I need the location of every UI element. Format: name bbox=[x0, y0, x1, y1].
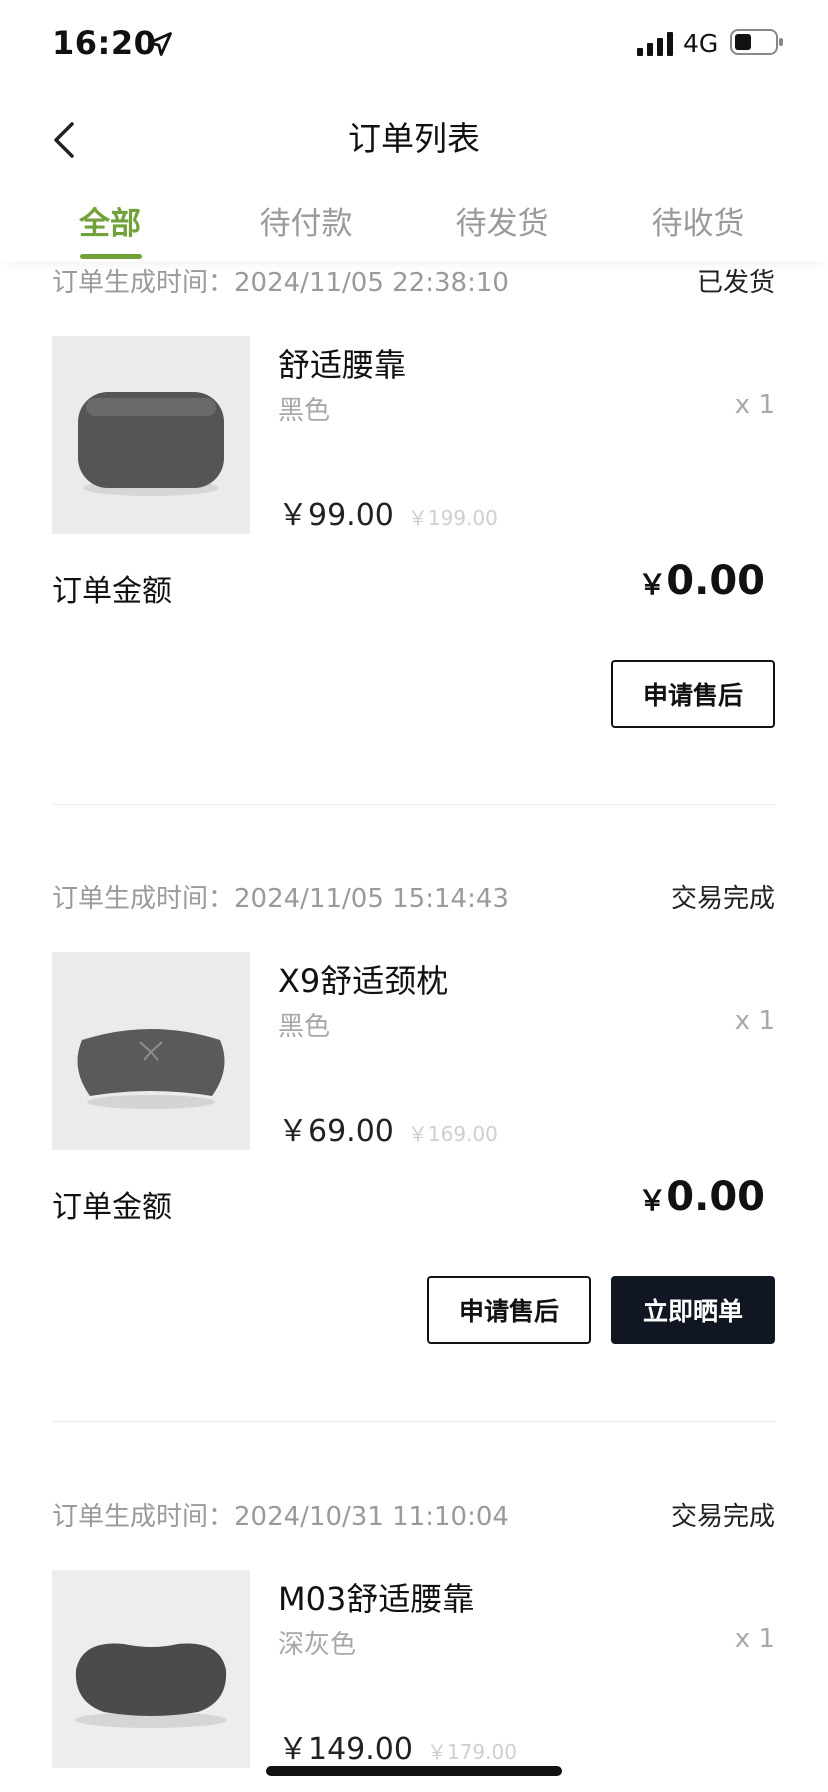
order-list[interactable]: 订单生成时间：2024/11/05 22:38:10 已发货 舒适腰靠 黑色 x… bbox=[0, 262, 828, 1792]
neck-pillow-image bbox=[52, 952, 250, 1150]
page-title: 订单列表 bbox=[348, 119, 480, 158]
product-variant: 黑色 bbox=[278, 396, 331, 426]
price-row: ￥69.00 ￥169.00 bbox=[278, 1106, 498, 1150]
order-time-value: 2024/10/31 11:10:04 bbox=[234, 1502, 509, 1532]
status-time: 16:20 bbox=[52, 24, 157, 62]
order-amount-label: 订单金额 bbox=[52, 574, 172, 609]
tab-pending-receipt[interactable]: 待收货 bbox=[608, 198, 788, 243]
product-image[interactable] bbox=[52, 952, 250, 1150]
product-quantity: x 1 bbox=[734, 1624, 775, 1654]
home-indicator bbox=[266, 1766, 562, 1776]
order-status: 交易完成 bbox=[670, 884, 775, 914]
product-quantity: x 1 bbox=[734, 390, 775, 420]
cellular-signal-icon bbox=[637, 32, 673, 56]
amount-currency: ￥ bbox=[638, 568, 667, 601]
order-divider bbox=[52, 1421, 776, 1422]
share-review-button[interactable]: 立即晒单 bbox=[611, 1276, 775, 1344]
amount-currency: ￥ bbox=[638, 1184, 667, 1217]
lumbar-cushion-image bbox=[52, 336, 250, 534]
lumbar-cushion-image bbox=[52, 1570, 250, 1768]
order-amount-label: 订单金额 bbox=[52, 1190, 172, 1225]
price-row: ￥149.00 ￥179.00 bbox=[278, 1724, 517, 1768]
product-quantity: x 1 bbox=[734, 1006, 775, 1036]
product-variant: 黑色 bbox=[278, 1012, 331, 1042]
order-time-label: 订单生成时间： bbox=[52, 1502, 235, 1532]
after-sales-button[interactable]: 申请售后 bbox=[427, 1276, 591, 1344]
product-image[interactable] bbox=[52, 1570, 250, 1768]
order-status: 已发货 bbox=[696, 268, 775, 298]
original-price: ￥169.00 bbox=[407, 1122, 498, 1146]
after-sales-button[interactable]: 申请售后 bbox=[611, 660, 775, 728]
product-price: ￥149.00 bbox=[278, 1732, 413, 1767]
product-name[interactable]: X9舒适颈枕 bbox=[278, 956, 448, 1002]
order-time-row: 订单生成时间：2024/10/31 11:10:04 交易完成 bbox=[52, 1496, 775, 1536]
order-time-row: 订单生成时间：2024/11/05 22:38:10 已发货 bbox=[52, 262, 775, 302]
product-image[interactable] bbox=[52, 336, 250, 534]
original-price: ￥199.00 bbox=[407, 506, 498, 530]
product-price: ￥99.00 bbox=[278, 498, 394, 533]
order-time-value: 2024/11/05 22:38:10 bbox=[234, 268, 509, 298]
amount-value: 0.00 bbox=[666, 558, 765, 604]
order-time-label: 订单生成时间： bbox=[52, 884, 235, 914]
nav-bar: 订单列表 bbox=[0, 90, 828, 200]
order-time-value: 2024/11/05 15:14:43 bbox=[234, 884, 509, 914]
tab-pending-payment[interactable]: 待付款 bbox=[216, 198, 396, 243]
product-name[interactable]: M03舒适腰靠 bbox=[278, 1574, 474, 1620]
battery-icon bbox=[730, 29, 783, 55]
order-amount: ￥0.00 bbox=[638, 558, 765, 604]
price-row: ￥99.00 ￥199.00 bbox=[278, 490, 498, 534]
order-tabs: 全部 待付款 待发货 待收货 bbox=[0, 190, 828, 262]
product-price: ￥69.00 bbox=[278, 1114, 394, 1149]
order-amount: ￥0.00 bbox=[638, 1174, 765, 1220]
order-divider bbox=[52, 804, 776, 805]
status-bar: 16:20 4G bbox=[0, 0, 828, 90]
order-time-label: 订单生成时间： bbox=[52, 268, 235, 298]
tab-active-indicator bbox=[80, 254, 142, 259]
product-name[interactable]: 舒适腰靠 bbox=[278, 340, 406, 386]
location-arrow-icon bbox=[148, 32, 172, 56]
product-variant: 深灰色 bbox=[278, 1630, 357, 1660]
order-time-row: 订单生成时间：2024/11/05 15:14:43 交易完成 bbox=[52, 878, 775, 918]
amount-value: 0.00 bbox=[666, 1174, 765, 1220]
original-price: ￥179.00 bbox=[426, 1740, 517, 1764]
tab-all[interactable]: 全部 bbox=[20, 198, 200, 243]
tab-pending-shipment[interactable]: 待发货 bbox=[412, 198, 592, 243]
network-type: 4G bbox=[683, 29, 719, 58]
order-status: 交易完成 bbox=[670, 1502, 775, 1532]
